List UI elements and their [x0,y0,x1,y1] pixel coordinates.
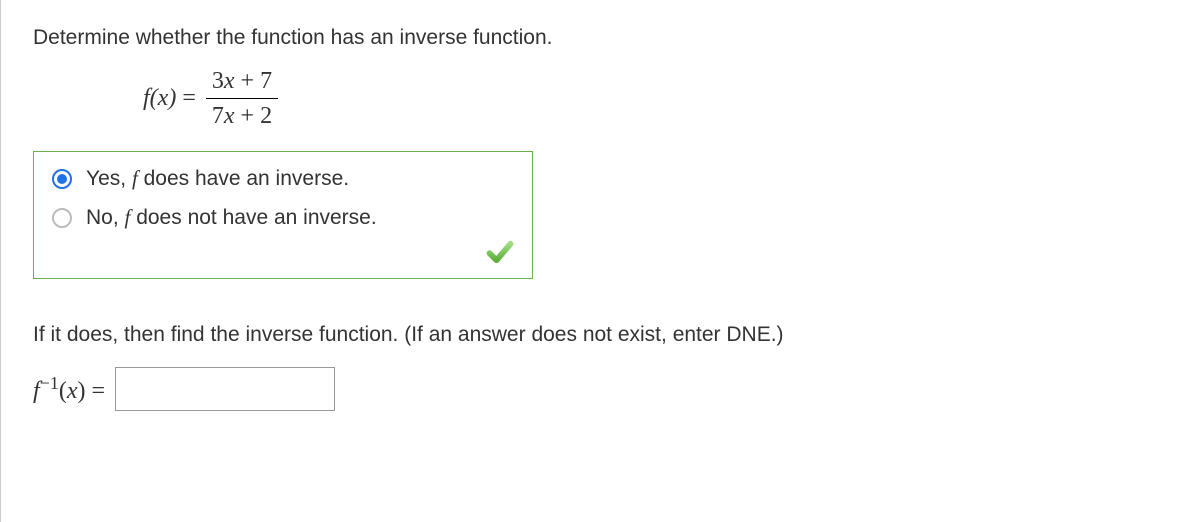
option-yes-label: Yes, f does have an inverse. [86,166,349,191]
option-yes[interactable]: Yes, f does have an inverse. [52,166,514,191]
inverse-answer-row: f−1(x) = [33,367,1168,411]
inverse-function-input[interactable] [115,367,335,411]
radio-no[interactable] [52,208,72,228]
option-no-label: No, f does not have an inverse. [86,205,377,230]
function-equation: f(x) = 3x + 7 7x + 2 [143,66,1168,131]
answer-box: Yes, f does have an inverse. No, f does … [33,151,533,279]
option-no[interactable]: No, f does not have an inverse. [52,205,514,230]
followup-prompt: If it does, then find the inverse functi… [33,323,1168,347]
question-prompt: Determine whether the function has an in… [33,26,1168,50]
equation-denominator: 7x + 2 [206,99,278,131]
equation-numerator: 3x + 7 [206,66,278,99]
checkmark-icon [486,238,514,266]
radio-yes[interactable] [52,169,72,189]
